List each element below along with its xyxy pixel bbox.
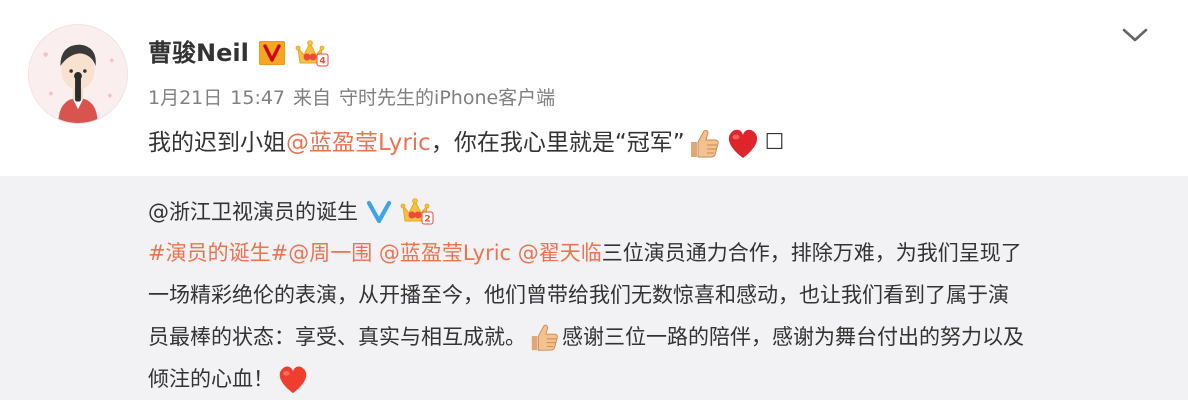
post-source[interactable]: 守时先生的iPhone客户端: [339, 87, 555, 109]
repost-author[interactable]: @浙江卫视演员的诞生: [148, 196, 358, 226]
repost-author-row: @浙江卫视演员的诞生 2: [148, 194, 434, 228]
mention-link[interactable]: @翟天临: [518, 232, 602, 274]
red-heart-icon: [276, 363, 310, 395]
post-text: 我的迟到小姐 @蓝盈莹Lyric ，你在我心里就是“冠军” ☐: [148, 122, 784, 164]
mention-link[interactable]: @周一围: [288, 232, 372, 274]
repost-text-line: 倾注的心血！: [148, 358, 1158, 400]
v-blue-verified-icon[interactable]: [366, 199, 392, 223]
weibo-post: 曹骏Neil 4 1月21日 15:47 来自 守时先生的iPhone客户端 我…: [0, 0, 1188, 400]
repost-text: #演员的诞生# @周一围 @蓝盈莹Lyric @翟天临 三位演员通力合作，排除万…: [148, 232, 1158, 400]
repost-text-segment: 倾注的心血！: [148, 367, 274, 391]
member-level: 2: [424, 215, 430, 225]
repost-text-segment: 员最棒的状态：享受、真实与相互成就。: [148, 325, 526, 349]
post-time[interactable]: 15:47: [230, 87, 285, 109]
unsupported-glyph: ☐: [764, 130, 785, 155]
repost-text-segment: 一场精彩绝伦的表演，从开播至今，他们曾带给我们无数惊喜和感动，也让我们看到了属于…: [148, 283, 1009, 307]
repost-text-segment: 感谢三位一路的陪伴，感谢为舞台付出的努力以及: [562, 325, 1024, 349]
post-text-segment: ，你在我心里就是“冠军”: [430, 130, 685, 156]
source-prefix: 来自: [293, 87, 332, 109]
red-heart-icon: [725, 126, 761, 160]
thumbs-up-icon: [528, 321, 560, 353]
repost-text-line: 员最棒的状态：享受、真实与相互成就。 感谢三位一路的陪伴，感谢为舞台付出的努力以…: [148, 316, 1158, 358]
member-level: 4: [319, 57, 325, 67]
v-verified-icon[interactable]: [258, 41, 285, 65]
crown-member-icon[interactable]: 4: [295, 39, 329, 67]
post-text-segment: 我的迟到小姐: [148, 130, 286, 156]
post-meta: 1月21日 15:47 来自 守时先生的iPhone客户端: [148, 84, 555, 112]
hashtag-link[interactable]: #演员的诞生#: [148, 232, 288, 274]
post-date[interactable]: 1月21日: [148, 87, 222, 109]
avatar[interactable]: [28, 24, 128, 124]
repost-text-line: 一场精彩绝伦的表演，从开播至今，他们曾带给我们无数惊喜和感动，也让我们看到了属于…: [148, 274, 1158, 316]
post-header: 曹骏Neil 4: [148, 36, 329, 70]
mention-link[interactable]: @蓝盈莹Lyric: [379, 232, 511, 274]
repost-text-line: #演员的诞生# @周一围 @蓝盈莹Lyric @翟天临 三位演员通力合作，排除万…: [148, 232, 1158, 274]
thumbs-up-icon: [687, 126, 721, 160]
mention-link[interactable]: @蓝盈莹Lyric: [286, 122, 431, 164]
chevron-down-icon[interactable]: [1118, 20, 1152, 50]
username[interactable]: 曹骏Neil: [148, 36, 249, 70]
repost-text-segment: 三位演员通力合作，排除万难，为我们呈现了: [601, 241, 1022, 265]
crown-member-icon[interactable]: 2: [400, 197, 434, 225]
repost-box[interactable]: @浙江卫视演员的诞生 2 #演员的诞生# @周一围 @蓝盈莹Lyric @翟天临…: [0, 176, 1188, 400]
avatar-illustration: [29, 25, 127, 123]
